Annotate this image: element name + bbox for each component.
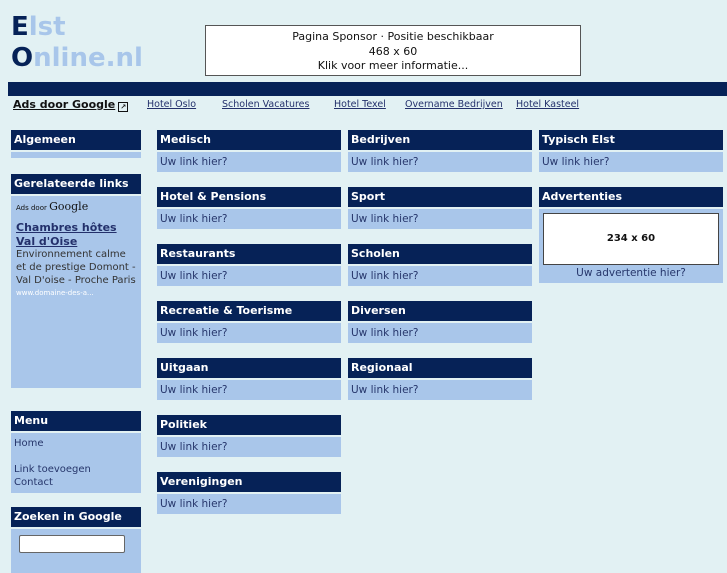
- category-link[interactable]: Uw link hier?: [157, 152, 341, 172]
- ad-title-link[interactable]: Chambres hôtes Val d'Oise: [16, 221, 136, 248]
- category-hotel-pensions: Hotel & Pensions Uw link hier?: [157, 187, 341, 229]
- category-typisch-elst: Typisch Elst Uw link hier?: [539, 130, 723, 172]
- ad-description: Environnement calme et de prestige Domon…: [16, 249, 136, 286]
- ads-by-google[interactable]: Ads door Google: [16, 200, 136, 213]
- ad-link-hotel-texel[interactable]: Hotel Texel: [334, 99, 386, 110]
- sponsor-line-2: 468 x 60: [368, 44, 418, 58]
- category-link[interactable]: Uw link hier?: [539, 152, 723, 172]
- category-heading: Sport: [348, 187, 532, 209]
- sponsor-line-1: Pagina Sponsor · Positie beschikbaar: [292, 30, 494, 43]
- category-link[interactable]: Uw link hier?: [157, 266, 341, 286]
- category-link[interactable]: Uw link hier?: [157, 380, 341, 400]
- ads-by-google-label: Ads door Google: [13, 98, 116, 111]
- site-logo[interactable]: Elst Online.nl: [11, 12, 143, 74]
- external-link-icon: ↗: [118, 102, 129, 112]
- google-search-heading: Zoeken in Google: [11, 507, 141, 529]
- category-link[interactable]: Uw link hier?: [348, 152, 532, 172]
- ad-banner-234x60[interactable]: 234 x 60: [543, 213, 719, 265]
- category-heading: Uitgaan: [157, 358, 341, 380]
- category-medisch: Medisch Uw link hier?: [157, 130, 341, 172]
- top-nav-bar: [8, 82, 727, 96]
- category-heading: Scholen: [348, 244, 532, 266]
- category-politiek: Politiek Uw link hier?: [157, 415, 341, 457]
- category-sport: Sport Uw link hier?: [348, 187, 532, 229]
- category-link[interactable]: Uw link hier?: [157, 437, 341, 457]
- menu-heading: Menu: [11, 411, 141, 433]
- google-search-body: [11, 529, 141, 573]
- category-heading: Hotel & Pensions: [157, 187, 341, 209]
- category-link[interactable]: Uw link hier?: [348, 266, 532, 286]
- category-heading: Verenigingen: [157, 472, 341, 494]
- category-restaurants: Restaurants Uw link hier?: [157, 244, 341, 286]
- algemeen-body: [11, 152, 141, 158]
- category-recreatie-toerisme: Recreatie & Toerisme Uw link hier?: [157, 301, 341, 343]
- ad-link-hotel-oslo[interactable]: Hotel Oslo: [147, 99, 196, 110]
- category-bedrijven: Bedrijven Uw link hier?: [348, 130, 532, 172]
- category-heading: Bedrijven: [348, 130, 532, 152]
- google-search-input[interactable]: [19, 535, 125, 553]
- google-logo: Google: [49, 200, 89, 213]
- algemeen-box: Algemeen: [11, 130, 141, 158]
- menu-item-home[interactable]: Home: [14, 437, 138, 450]
- related-links-body: Ads door Google Chambres hôtes Val d'Ois…: [11, 196, 141, 388]
- algemeen-heading: Algemeen: [11, 130, 141, 152]
- advertenties-box: Advertenties 234 x 60 Uw advertentie hie…: [539, 187, 723, 283]
- ads-by-label: Ads door: [16, 204, 47, 212]
- category-link[interactable]: Uw link hier?: [157, 494, 341, 514]
- category-link[interactable]: Uw link hier?: [348, 323, 532, 343]
- category-regionaal: Regionaal Uw link hier?: [348, 358, 532, 400]
- category-diversen: Diversen Uw link hier?: [348, 301, 532, 343]
- category-heading: Recreatie & Toerisme: [157, 301, 341, 323]
- category-heading: Typisch Elst: [539, 130, 723, 152]
- menu-body: Home Link toevoegen Contact: [11, 433, 141, 493]
- menu-box: Menu Home Link toevoegen Contact: [11, 411, 141, 493]
- ad-link-scholen-vacatures[interactable]: Scholen Vacatures: [222, 99, 309, 110]
- related-links-heading: Gerelateerde links: [11, 174, 141, 196]
- category-link[interactable]: Uw link hier?: [348, 209, 532, 229]
- category-uitgaan: Uitgaan Uw link hier?: [157, 358, 341, 400]
- category-heading: Regionaal: [348, 358, 532, 380]
- sponsor-banner[interactable]: Pagina Sponsor · Positie beschikbaar 468…: [205, 25, 581, 76]
- category-heading: Diversen: [348, 301, 532, 323]
- menu-item-link-toevoegen[interactable]: Link toevoegen: [14, 463, 138, 476]
- advertenties-body: 234 x 60 Uw advertentie hier?: [539, 209, 723, 283]
- category-link[interactable]: Uw link hier?: [348, 380, 532, 400]
- ads-by-google-link[interactable]: Ads door Google ↗: [13, 98, 129, 112]
- menu-spacer: [14, 450, 138, 463]
- ad-caption-link[interactable]: Uw advertentie hier?: [543, 265, 719, 281]
- logo-text-1: lst: [28, 12, 66, 42]
- category-verenigingen: Verenigingen Uw link hier?: [157, 472, 341, 514]
- related-links-box: Gerelateerde links Ads door Google Chamb…: [11, 174, 141, 388]
- logo-text-2: nline.nl: [33, 43, 143, 73]
- category-link[interactable]: Uw link hier?: [157, 323, 341, 343]
- menu-item-contact[interactable]: Contact: [14, 476, 138, 489]
- category-heading: Medisch: [157, 130, 341, 152]
- category-heading: Restaurants: [157, 244, 341, 266]
- google-search-box: Zoeken in Google: [11, 507, 141, 573]
- ad-url[interactable]: www.domaine-des-a...: [16, 289, 136, 297]
- ad-link-overname-bedrijven[interactable]: Overname Bedrijven: [405, 99, 503, 110]
- logo-initial-e: E: [11, 12, 29, 42]
- ad-link-hotel-kasteel[interactable]: Hotel Kasteel: [516, 99, 579, 110]
- sponsor-line-3: Klik voor meer informatie...: [317, 59, 469, 72]
- category-scholen: Scholen Uw link hier?: [348, 244, 532, 286]
- category-link[interactable]: Uw link hier?: [157, 209, 341, 229]
- advertenties-heading: Advertenties: [539, 187, 723, 209]
- category-heading: Politiek: [157, 415, 341, 437]
- logo-initial-o: O: [11, 43, 34, 73]
